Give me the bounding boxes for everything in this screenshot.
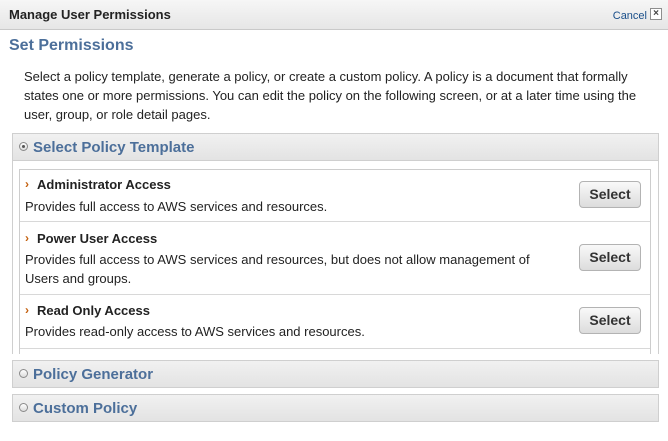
template-description: Provides read-only access to AWS service… <box>25 324 365 339</box>
dialog-title: Manage User Permissions <box>9 7 171 22</box>
radio-custom-policy[interactable] <box>19 403 28 412</box>
template-name: Administrator Access <box>37 177 171 192</box>
template-panel: › Administrator Access Provides full acc… <box>12 161 659 354</box>
chevron-right-icon: › <box>25 231 29 245</box>
chevron-right-icon: › <box>25 303 29 317</box>
chevron-right-icon: › <box>25 177 29 191</box>
template-row: › Administrator Access Provides full acc… <box>20 170 650 222</box>
radio-policy-generator[interactable] <box>19 369 28 378</box>
option-label[interactable]: Select Policy Template <box>33 139 194 156</box>
template-name: Power User Access <box>37 231 158 246</box>
template-name: Read Only Access <box>37 303 150 318</box>
option-select-policy-template[interactable]: Select Policy Template <box>12 133 659 161</box>
select-button[interactable]: Select <box>579 307 641 334</box>
option-label[interactable]: Custom Policy <box>33 400 137 417</box>
template-description: Provides full access to AWS services and… <box>25 252 530 286</box>
dialog-header: Manage User Permissions Cancel × <box>0 0 668 30</box>
option-custom-policy[interactable]: Custom Policy <box>12 394 659 422</box>
template-row: › Power User Access Provides full access… <box>20 222 650 295</box>
section-title: Set Permissions <box>9 37 134 54</box>
template-list[interactable]: › Administrator Access Provides full acc… <box>19 169 651 354</box>
radio-select-policy-template[interactable] <box>19 142 28 151</box>
template-row: › Read Only Access Provides read-only ac… <box>20 295 650 349</box>
close-icon[interactable]: × <box>650 8 662 20</box>
select-button[interactable]: Select <box>579 244 641 271</box>
template-description: Provides full access to AWS services and… <box>25 199 328 214</box>
intro-text: Select a policy template, generate a pol… <box>24 69 637 122</box>
option-label[interactable]: Policy Generator <box>33 366 153 383</box>
cancel-link[interactable]: Cancel <box>613 10 647 22</box>
select-button[interactable]: Select <box>579 181 641 208</box>
option-policy-generator[interactable]: Policy Generator <box>12 360 659 388</box>
